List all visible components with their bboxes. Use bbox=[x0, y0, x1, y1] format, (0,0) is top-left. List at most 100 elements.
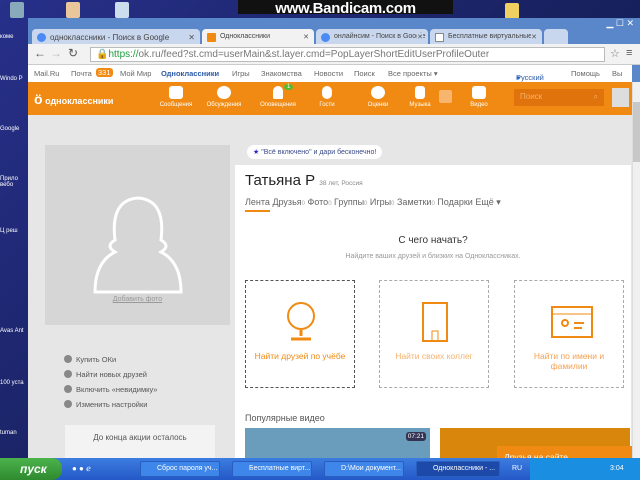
star-icon[interactable]: ☆ bbox=[610, 47, 620, 60]
exit-link[interactable]: Вы bbox=[612, 69, 622, 78]
video-duration: 07:21 bbox=[405, 432, 426, 441]
computer-icon[interactable] bbox=[10, 2, 24, 18]
tab-count: 0 bbox=[431, 201, 435, 207]
portal-link-search[interactable]: Поиск bbox=[354, 69, 375, 78]
toolbar: ← → ↻ 🔒https://ok.ru/feed?st.cmd=userMai… bbox=[28, 44, 640, 65]
profile-name-row: Татьяна Р 38 лет, Россия bbox=[245, 172, 363, 189]
promo-banner[interactable]: ★ "Всё включено" и дари бесконечно! bbox=[247, 145, 383, 159]
profile-photo[interactable]: Добавить фото bbox=[45, 145, 230, 325]
desktop-icon-label[interactable]: Google bbox=[0, 126, 28, 132]
close-icon[interactable]: ✕ bbox=[303, 33, 309, 41]
taskbar-item[interactable]: Бесплатные вирт... bbox=[232, 461, 312, 477]
tab-label: Игры bbox=[369, 197, 392, 207]
portal-link-moymir[interactable]: Мой Мир bbox=[120, 69, 151, 78]
tab-photos[interactable]: Фото0 bbox=[308, 197, 332, 207]
menu-buy-oki[interactable]: Купить ОКи bbox=[64, 355, 116, 364]
video-thumbnail[interactable]: 07:21 bbox=[245, 428, 430, 458]
gear-icon bbox=[64, 400, 72, 408]
folder-icon[interactable] bbox=[505, 3, 519, 19]
search-icon[interactable]: ⌕ bbox=[594, 92, 598, 102]
close-icon[interactable]: ✕ bbox=[188, 33, 195, 42]
reload-icon[interactable]: ↻ bbox=[68, 46, 78, 60]
language-indicator[interactable]: RU bbox=[512, 465, 522, 472]
menu-icon[interactable]: ≡ bbox=[626, 47, 632, 59]
nav-guests[interactable]: Гости bbox=[307, 86, 347, 108]
start-button[interactable]: пуск bbox=[0, 458, 62, 480]
nav-video[interactable]: Видео bbox=[459, 86, 499, 108]
back-icon[interactable]: ← bbox=[34, 46, 46, 60]
video-icon bbox=[472, 86, 486, 99]
scrollbar-thumb[interactable] bbox=[633, 102, 640, 162]
tab-friends[interactable]: Друзья0 bbox=[272, 197, 305, 207]
ok-logo-icon: ö bbox=[34, 91, 43, 107]
portal-link-ok[interactable]: Одноклассники bbox=[161, 69, 219, 78]
address-bar[interactable]: 🔒https://ok.ru/feed?st.cmd=userMain&st.l… bbox=[90, 47, 605, 62]
desktop-icon-label[interactable]: Прило вебо bbox=[0, 176, 28, 188]
taskbar: пуск ● ● ℯ Сброс пароля уч... Бесплатные… bbox=[0, 458, 640, 480]
card-find-colleagues[interactable]: Найти своих коллег bbox=[379, 280, 489, 388]
taskbar-item-active[interactable]: Одноклассники - ... bbox=[416, 461, 500, 477]
portal-link-all-projects[interactable]: Все проекты ▾ bbox=[388, 69, 438, 78]
close-icon[interactable]: ✕ bbox=[531, 33, 537, 41]
portal-link-games[interactable]: Игры bbox=[232, 69, 250, 78]
portal-link-news[interactable]: Новости bbox=[314, 69, 343, 78]
tab-groups[interactable]: Группы0 bbox=[334, 197, 367, 207]
ok-icon bbox=[207, 33, 216, 42]
clock[interactable]: 3:04 bbox=[610, 465, 624, 472]
menu-label: Найти новых друзей bbox=[76, 370, 147, 379]
help-link[interactable]: Помощь bbox=[571, 69, 600, 78]
menu-label: Включить «невидимку» bbox=[76, 385, 158, 394]
scrollbar[interactable] bbox=[632, 82, 640, 458]
tab-gifts[interactable]: Подарки bbox=[437, 197, 473, 207]
forward-icon[interactable]: → bbox=[50, 46, 62, 60]
mail-count-badge: 331 bbox=[96, 68, 113, 77]
tab-feed[interactable]: Лента bbox=[245, 197, 270, 212]
ok-logo[interactable]: ö одноклассники bbox=[34, 91, 113, 107]
menu-settings[interactable]: Изменить настройки bbox=[64, 400, 147, 409]
desktop-icon-label[interactable]: 100 уста bbox=[0, 380, 28, 386]
play-icon[interactable] bbox=[439, 90, 452, 103]
taskbar-item[interactable]: D:\Мои документ... bbox=[324, 461, 404, 477]
desktop-icon-label[interactable]: tuman bbox=[0, 430, 28, 436]
start-label: пуск bbox=[20, 462, 47, 476]
menu-label: Купить ОКи bbox=[76, 355, 117, 364]
tab-label: Заметки bbox=[397, 197, 432, 207]
tab-notes[interactable]: Заметки0 bbox=[397, 197, 435, 207]
nav-notifications[interactable]: Оповещения bbox=[258, 86, 298, 108]
nav-discussions[interactable]: Обсуждения bbox=[204, 86, 244, 108]
nav-music[interactable]: Музыка bbox=[400, 86, 440, 108]
desktop-icon-label[interactable]: коме bbox=[0, 34, 28, 40]
add-photo-link[interactable]: Добавить фото bbox=[45, 296, 230, 303]
tab-label: Одноклассники bbox=[220, 33, 271, 40]
url-text: ok.ru/feed?st.cmd=userMain&st.layer.cmd=… bbox=[138, 49, 490, 60]
menu-find-friends[interactable]: Найти новых друзей bbox=[64, 370, 147, 379]
friends-online-bar[interactable]: Друзья на сайте bbox=[497, 446, 632, 458]
portal-link-mail[interactable]: Почта bbox=[71, 69, 92, 78]
file-icon[interactable] bbox=[115, 2, 129, 18]
id-card-icon bbox=[551, 306, 593, 338]
tab-label: Бесплатные виртуальные bbox=[448, 33, 533, 40]
envelope-icon bbox=[169, 86, 183, 99]
avatar[interactable] bbox=[612, 88, 629, 107]
taskbar-item[interactable]: Сброс пароля уч... bbox=[140, 461, 220, 477]
nav-messages[interactable]: Сообщения bbox=[156, 86, 196, 108]
tab-games[interactable]: Игры0 bbox=[370, 197, 395, 207]
file-icon[interactable] bbox=[66, 2, 80, 18]
ok-header: ö одноклассники Сообщения Обсуждения Опо… bbox=[28, 82, 632, 115]
close-icon[interactable]: ✕ bbox=[417, 33, 423, 41]
card-find-by-name[interactable]: Найти по имени и фамилии bbox=[514, 280, 624, 388]
taskbar-label: Бесплатные вирт... bbox=[249, 465, 311, 472]
portal-link-dating[interactable]: Знакомства bbox=[261, 69, 302, 78]
card-find-by-school[interactable]: Найти друзей по учёбе bbox=[245, 280, 355, 388]
desktop-icon-label[interactable]: Avas Ant bbox=[0, 328, 28, 334]
menu-invisible[interactable]: Включить «невидимку» bbox=[64, 385, 157, 394]
search-input[interactable]: Поиск ⌕ bbox=[514, 89, 604, 106]
quick-launch[interactable]: ● ● ℯ bbox=[72, 464, 120, 474]
nav-ratings[interactable]: Оценки bbox=[358, 86, 398, 108]
profile-main: Татьяна Р 38 лет, Россия Лента Друзья0 Ф… bbox=[235, 165, 631, 458]
portal-link-mailru[interactable]: Mail.Ru bbox=[34, 69, 59, 78]
start-title: С чего начать? bbox=[398, 235, 468, 246]
desktop-icon-label[interactable]: Ц реш bbox=[0, 228, 28, 234]
tab-more[interactable]: Ещё ▾ bbox=[475, 197, 500, 207]
desktop-icon-label[interactable]: Windo P bbox=[0, 76, 28, 82]
